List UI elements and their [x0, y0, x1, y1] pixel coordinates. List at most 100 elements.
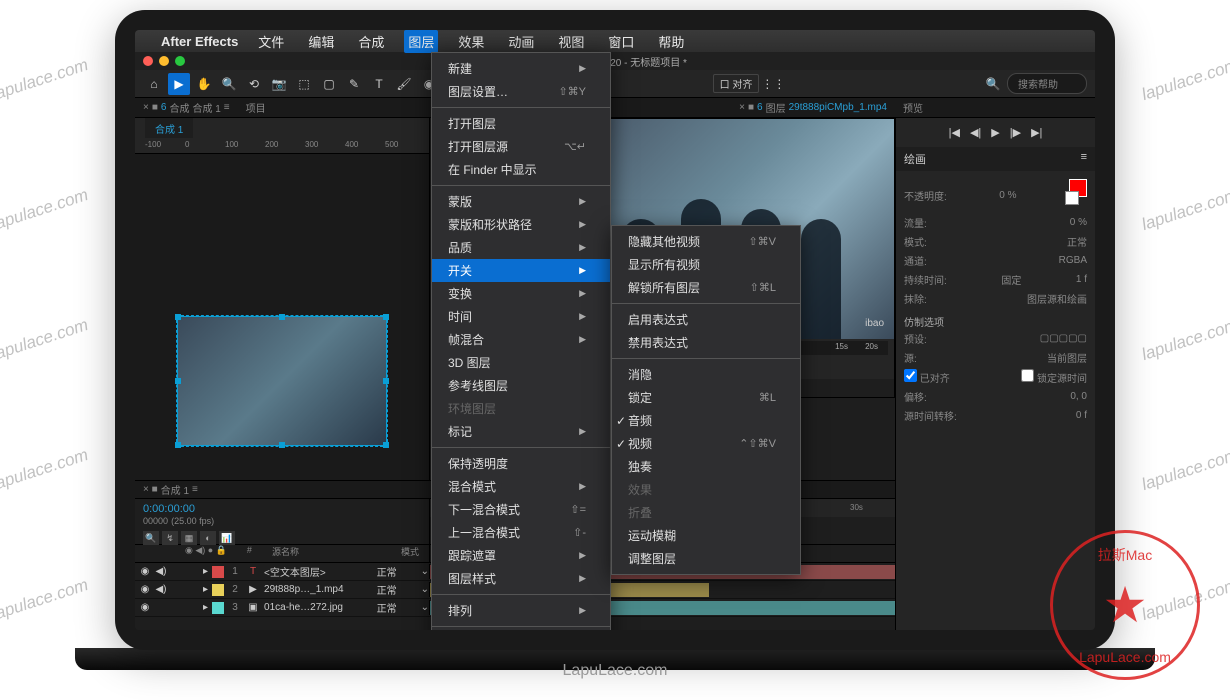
menu-item[interactable]: 运动模糊: [612, 524, 800, 547]
laptop-frame: After Effects 文件 编辑 合成 图层 效果 动画 视图 窗口 帮助…: [115, 10, 1115, 650]
first-frame-button[interactable]: |◀: [949, 126, 960, 139]
search-layers-icon[interactable]: 🔍: [143, 531, 159, 545]
menu-item[interactable]: 蒙版和形状路径▶: [432, 213, 610, 236]
comp-tab[interactable]: 合成 1: [145, 118, 193, 138]
window-titlebar: 2020 - 无标题项目 *: [135, 52, 1095, 70]
preview-panel-tab[interactable]: 预览: [895, 98, 1095, 117]
selection-tool[interactable]: ▶: [168, 73, 190, 95]
project-panel-tab[interactable]: 项目: [238, 98, 274, 117]
orbit-tool[interactable]: ⟲: [243, 73, 265, 95]
menu-item[interactable]: 帧混合▶: [432, 328, 610, 351]
menu-item[interactable]: 蒙版▶: [432, 190, 610, 213]
brush-tool[interactable]: 🖌: [393, 73, 415, 95]
watermark: lapulace.com: [1139, 55, 1230, 105]
menu-item[interactable]: 消隐: [612, 363, 800, 386]
menu-item[interactable]: 品质▶: [432, 236, 610, 259]
window-close[interactable]: [143, 56, 153, 66]
menu-item[interactable]: 锁定⌘L: [612, 386, 800, 409]
menu-animation[interactable]: 动画: [504, 30, 538, 53]
background-swatch[interactable]: [1065, 191, 1079, 205]
menu-item[interactable]: 上一混合模式⇧-: [432, 521, 610, 544]
menu-item[interactable]: 保持透明度: [432, 452, 610, 475]
play-button[interactable]: ▶: [991, 126, 999, 139]
shape-tool[interactable]: ▢: [318, 73, 340, 95]
menu-item[interactable]: 图层样式▶: [432, 567, 610, 590]
menu-item[interactable]: 跟踪遮罩▶: [432, 544, 610, 567]
aligned-checkbox[interactable]: [904, 369, 917, 382]
hand-tool[interactable]: ✋: [193, 73, 215, 95]
frame-blend-icon[interactable]: ▦: [181, 531, 197, 545]
zoom-tool[interactable]: 🔍: [218, 73, 240, 95]
app-name[interactable]: After Effects: [161, 34, 238, 49]
layer-color[interactable]: [212, 566, 224, 578]
layer-color[interactable]: [212, 584, 224, 596]
lock-source-checkbox[interactable]: [1021, 369, 1034, 382]
menu-item[interactable]: 参考线图层: [432, 374, 610, 397]
menu-item[interactable]: 显示所有视频: [612, 253, 800, 276]
menu-item[interactable]: 解锁所有图层⇧⌘L: [612, 276, 800, 299]
layer-color[interactable]: [212, 602, 224, 614]
visibility-toggle[interactable]: ◉: [139, 584, 151, 595]
menu-item[interactable]: 时间▶: [432, 305, 610, 328]
menu-item[interactable]: 禁用表达式: [612, 331, 800, 354]
menu-item[interactable]: 排列▶: [432, 599, 610, 622]
visibility-toggle[interactable]: ◉: [139, 566, 151, 577]
text-tool[interactable]: T: [368, 73, 390, 95]
menu-item[interactable]: 调整图层: [612, 547, 800, 570]
composition-canvas[interactable]: [177, 316, 387, 446]
timeline-tab[interactable]: × ■ 合成 1 ≡: [135, 481, 206, 498]
graph-editor-icon[interactable]: 📊: [219, 531, 235, 545]
menu-edit[interactable]: 编辑: [304, 30, 338, 53]
text-layer-icon: T: [246, 566, 260, 577]
pan-behind-tool[interactable]: ⬚: [293, 73, 315, 95]
snapping-icon[interactable]: ⋮⋮: [762, 73, 784, 95]
motion-blur-icon[interactable]: ◐: [200, 531, 216, 545]
menu-window[interactable]: 窗口: [604, 30, 638, 53]
menu-item[interactable]: ✓音频: [612, 409, 800, 432]
layer-panel-tab[interactable]: ×■ 6 图层 29t888piCMpb_1.mp4: [731, 98, 895, 117]
comp-panel-tab[interactable]: × ■ 6 合成 合成 1 ≡: [135, 98, 238, 117]
menu-effect[interactable]: 效果: [454, 30, 488, 53]
watermark: lapulace.com: [0, 55, 91, 105]
watermark-bottom: LapuLace.com: [563, 662, 668, 680]
menu-item[interactable]: 打开图层源⌥↵: [432, 135, 610, 158]
window-maximize[interactable]: [175, 56, 185, 66]
menu-help[interactable]: 帮助: [654, 30, 688, 53]
camera-tool[interactable]: 📷: [268, 73, 290, 95]
menu-view[interactable]: 视图: [554, 30, 588, 53]
menu-item[interactable]: ✓视频⌃⇧⌘V: [612, 432, 800, 455]
menu-item[interactable]: 新建▶: [432, 57, 610, 80]
menu-item[interactable]: 在 Finder 中显示: [432, 158, 610, 181]
menu-item[interactable]: 变换▶: [432, 282, 610, 305]
menu-item[interactable]: 下一混合模式⇧=: [432, 498, 610, 521]
menu-layer[interactable]: 图层: [404, 30, 438, 53]
menu-item[interactable]: 3D 图层: [432, 351, 610, 374]
panel-menu-icon[interactable]: ≡: [224, 102, 230, 113]
paint-panel-header[interactable]: 绘画≡: [896, 147, 1095, 171]
menu-item[interactable]: 独奏: [612, 455, 800, 478]
menu-item[interactable]: 图层设置…⇧⌘Y: [432, 80, 610, 103]
panel-menu-icon[interactable]: ≡: [1081, 151, 1087, 167]
next-frame-button[interactable]: |▶: [1010, 126, 1021, 139]
visibility-toggle[interactable]: ◉: [139, 602, 151, 613]
menu-item: 效果: [612, 478, 800, 501]
prev-frame-button[interactable]: ◀|: [970, 126, 981, 139]
menu-file[interactable]: 文件: [254, 30, 288, 53]
image-layer-icon: ▣: [246, 602, 260, 613]
menu-item[interactable]: 混合模式▶: [432, 475, 610, 498]
window-minimize[interactable]: [159, 56, 169, 66]
search-help-input[interactable]: 搜索帮助: [1007, 73, 1087, 94]
menu-item[interactable]: 打开图层: [432, 112, 610, 135]
menu-item[interactable]: 标记▶: [432, 420, 610, 443]
menu-item[interactable]: 隐藏其他视频⇧⌘V: [612, 230, 800, 253]
align-dropdown[interactable]: 口 对齐: [713, 74, 760, 93]
shy-icon[interactable]: ↯: [162, 531, 178, 545]
home-icon[interactable]: ⌂: [143, 73, 165, 95]
menu-composition[interactable]: 合成: [354, 30, 388, 53]
menu-item[interactable]: 启用表达式: [612, 308, 800, 331]
watermark: lapulace.com: [0, 445, 91, 495]
last-frame-button[interactable]: ▶|: [1031, 126, 1042, 139]
menu-item[interactable]: 开关▶: [432, 259, 610, 282]
timeline-timecode[interactable]: 0:00:00:00: [143, 503, 195, 515]
pen-tool[interactable]: ✎: [343, 73, 365, 95]
